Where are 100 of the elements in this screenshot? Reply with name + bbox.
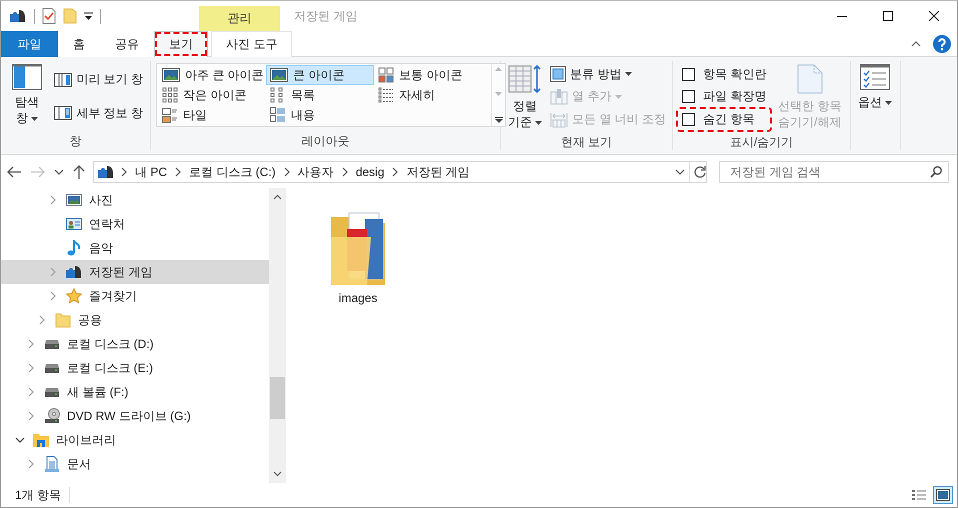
pane-layout-icon <box>54 106 72 120</box>
layout-option[interactable]: 큰 아이콘 <box>266 65 374 85</box>
ribbon-button[interactable]: 옵션 <box>856 61 894 150</box>
dropdown-icon[interactable] <box>84 11 93 21</box>
layout-option[interactable]: 작은 아이콘 <box>158 85 266 105</box>
recent-locations-button[interactable] <box>55 170 63 174</box>
document-icon <box>44 456 60 472</box>
tree-item[interactable]: 로컬 디스크 (E:) <box>1 356 269 380</box>
refresh-button[interactable] <box>694 166 706 178</box>
checkbox-option[interactable]: 숨긴 항목 <box>678 109 770 130</box>
chevron-icon <box>282 167 292 177</box>
chevron-icon <box>390 167 400 177</box>
scrollbar-thumb[interactable] <box>270 377 285 419</box>
tree-item[interactable]: 라이브러리 <box>1 428 269 452</box>
hard-drive-icon <box>44 388 60 396</box>
column-width-icon <box>550 112 568 128</box>
puzzle-piece-icon <box>9 8 27 24</box>
breadcrumb[interactable]: 저장된 게임 <box>404 164 472 180</box>
checkbox[interactable] <box>682 90 695 104</box>
tree-item[interactable]: DVD RW 드라이브 (G:) <box>1 404 269 428</box>
scroll-down-icon[interactable] <box>273 471 282 477</box>
picture-view-icon <box>270 68 288 82</box>
scroll-up-icon[interactable] <box>273 194 282 200</box>
ribbon-button[interactable]: 정렬 기준 <box>506 61 544 133</box>
ribbon-button[interactable]: 탐색 창 <box>6 61 48 132</box>
tree-item[interactable]: 연락처 <box>1 212 269 236</box>
group-label: 현재 보기 <box>560 134 614 151</box>
layout-option[interactable]: 아주 큰 아이콘 <box>158 65 266 85</box>
caret-icon <box>31 116 38 121</box>
dot-grid-view-icon <box>162 87 178 103</box>
caret-icon <box>535 120 542 125</box>
scrollbar[interactable] <box>269 188 286 483</box>
ribbon-tab[interactable]: 파일 <box>1 31 58 57</box>
picture-view-icon <box>162 68 180 82</box>
group-label: 창 <box>68 133 82 150</box>
ribbon-button[interactable]: 분류 방법 <box>548 64 668 85</box>
caret-icon <box>885 100 892 105</box>
caret-icon <box>625 72 632 76</box>
help-icon[interactable] <box>933 34 951 52</box>
breadcrumb[interactable]: desig <box>354 165 386 179</box>
checkbox-option[interactable]: 항목 확인란 <box>678 64 770 85</box>
layout-option[interactable]: 자세히 <box>374 85 490 105</box>
folder-icon <box>55 312 71 328</box>
hard-drive-icon <box>44 364 60 372</box>
music-note-icon <box>66 240 82 256</box>
back-arrow-button[interactable] <box>7 166 21 178</box>
square-frame-icon <box>550 66 566 82</box>
view-toggle-button[interactable] <box>933 486 953 504</box>
tree-item[interactable]: 새 볼륨 (F:) <box>1 380 269 404</box>
search-icon <box>930 166 942 178</box>
window-title: 저장된 게임 <box>294 8 358 24</box>
item-count: 1개 항목 <box>15 487 70 503</box>
layout-option[interactable]: 타일 <box>158 105 266 125</box>
star-icon <box>66 288 82 304</box>
ribbon-button[interactable]: 미리 보기 창 <box>52 69 145 90</box>
breadcrumb[interactable]: 내 PC <box>133 164 170 180</box>
pane-layout-icon <box>54 72 72 87</box>
breadcrumb[interactable]: 사용자 <box>296 164 336 180</box>
library-folder-icon <box>32 432 50 448</box>
up-arrow-button[interactable] <box>73 165 85 179</box>
chevron-icon <box>340 167 350 177</box>
content-view-icon <box>270 107 286 123</box>
checkbox[interactable] <box>682 68 695 81</box>
group-label: 레이아웃 <box>300 133 350 150</box>
folder-item[interactable]: images <box>316 204 400 310</box>
tiles-view-icon <box>162 107 178 123</box>
sort-columns-icon <box>508 64 542 94</box>
ribbon-tab[interactable]: 사진 도구 <box>211 31 292 57</box>
caret-icon <box>615 94 622 99</box>
puzzle-piece-icon <box>97 164 115 180</box>
ribbon-button[interactable]: 세부 정보 창 <box>52 102 145 124</box>
chevron-icon <box>675 167 685 177</box>
add-column-icon <box>550 88 568 105</box>
tree-item[interactable]: 로컬 디스크 (D:) <box>1 332 269 356</box>
tree-item[interactable]: 음악 <box>1 236 269 260</box>
hard-drive-icon <box>44 340 60 348</box>
details-view-icon <box>912 489 926 501</box>
checkbox-option[interactable]: 파일 확장명 <box>678 86 770 108</box>
tree-item[interactable]: 즐겨찾기 <box>1 284 269 308</box>
layout-option[interactable]: 내용 <box>266 105 374 125</box>
address-bar[interactable]: 내 PC 로컬 디스크 (C:) 사용자 desig 저장된 게임 <box>93 161 707 183</box>
tree-item[interactable]: 저장된 게임 <box>1 260 269 284</box>
ribbon-tab[interactable]: 보기 <box>154 31 208 57</box>
tree-item[interactable]: 공용 <box>1 308 269 332</box>
layout-option[interactable]: 목록 <box>266 85 374 105</box>
layout-option[interactable]: 보통 아이콘 <box>374 65 490 85</box>
tree-item[interactable]: 문서 <box>1 452 269 476</box>
breadcrumb[interactable]: 로컬 디스크 (C:) <box>187 164 278 180</box>
chevron-icon <box>173 167 184 177</box>
puzzle-piece-icon <box>65 264 83 280</box>
grid-view-icon <box>378 67 394 83</box>
checklist-icon <box>860 64 890 90</box>
tree-item[interactable]: 사진 <box>1 188 269 212</box>
more-icon[interactable] <box>494 117 502 123</box>
chevron-icon <box>911 38 921 48</box>
checkbox[interactable] <box>682 113 695 126</box>
properties-icon[interactable] <box>42 8 56 24</box>
search-field[interactable]: 저장된 게임 검색 <box>719 161 949 183</box>
details-view-icon <box>378 87 394 103</box>
context-tab-header: 관리 <box>199 6 280 31</box>
